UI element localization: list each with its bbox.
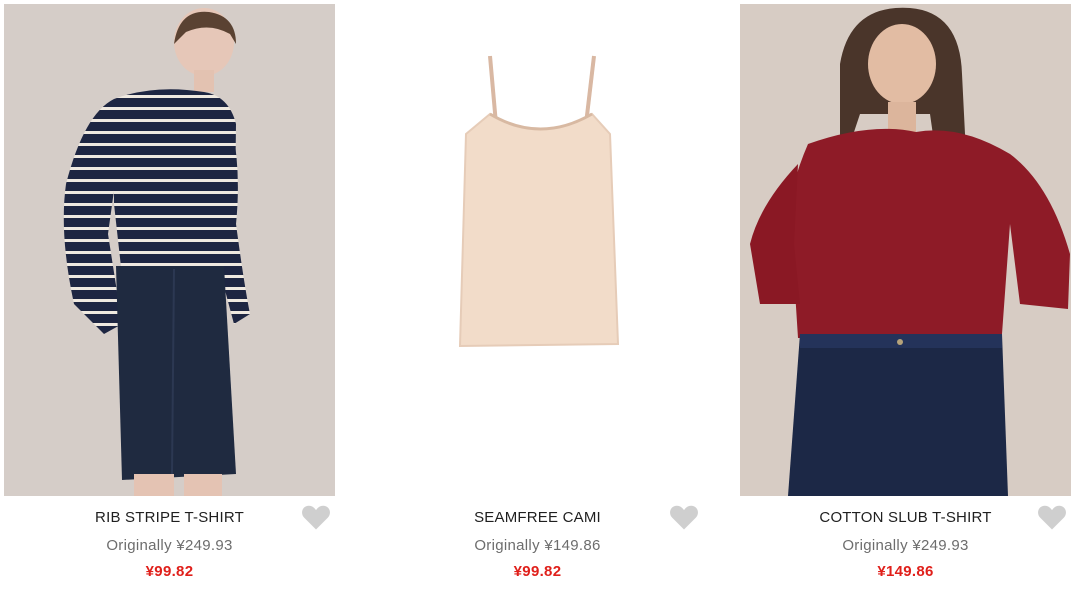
product-name[interactable]: RIB STRIPE T-SHIRT xyxy=(4,509,335,526)
product-card[interactable]: SEAMFREE CAMI Originally ¥149.86 ¥99.82 xyxy=(372,0,710,591)
heart-icon[interactable] xyxy=(301,503,331,531)
original-price: Originally ¥249.93 xyxy=(106,537,233,554)
sale-price: ¥149.86 xyxy=(877,563,934,580)
heart-icon[interactable] xyxy=(669,503,699,531)
product-card[interactable]: RIB STRIPE T-SHIRT Originally ¥249.93 ¥9… xyxy=(4,0,342,591)
product-image[interactable] xyxy=(740,4,1071,496)
original-price: Originally ¥149.86 xyxy=(474,537,601,554)
sale-price: ¥99.82 xyxy=(145,563,194,580)
product-name[interactable]: SEAMFREE CAMI xyxy=(372,509,703,526)
product-card[interactable]: COTTON SLUB T-SHIRT Originally ¥249.93 ¥… xyxy=(740,0,1078,591)
product-image[interactable] xyxy=(4,4,335,496)
product-name[interactable]: COTTON SLUB T-SHIRT xyxy=(740,509,1071,526)
product-grid: RIB STRIPE T-SHIRT Originally ¥249.93 ¥9… xyxy=(0,0,1078,591)
product-image[interactable] xyxy=(372,4,703,496)
sale-price: ¥99.82 xyxy=(513,563,562,580)
heart-icon[interactable] xyxy=(1037,503,1067,531)
original-price: Originally ¥249.93 xyxy=(842,537,969,554)
